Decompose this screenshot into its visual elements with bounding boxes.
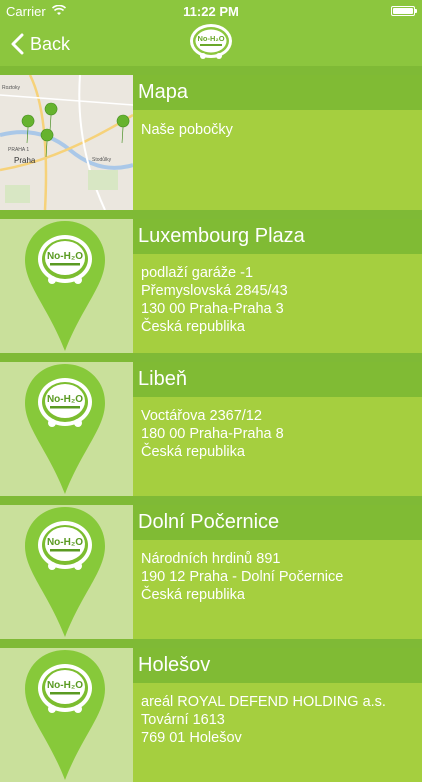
address-line: podlaží garáže -1 xyxy=(141,265,254,281)
address-line: areál ROYAL DEFEND HOLDING a.s. xyxy=(141,694,386,710)
row-divider xyxy=(0,496,422,505)
branch-name: Holešov xyxy=(133,648,422,683)
map-row-subtitle: Naše pobočky xyxy=(141,122,233,138)
map-label-top: Roztoky xyxy=(2,85,21,91)
branch-row[interactable]: No-H₂O Luxembourg Plaza podlaží garáže -1 P… xyxy=(0,219,422,353)
pin-logo-text: No-H₂O xyxy=(47,251,83,262)
branch-name: Libeň xyxy=(133,362,422,397)
clock: 11:22 PM xyxy=(183,4,239,19)
address-line: 130 00 Praha-Praha 3 xyxy=(141,301,284,317)
branch-address: Voctářova 2367/12 180 00 Praha-Praha 8 Čes… xyxy=(141,407,284,461)
address-line: Přemyslovská 2845/43 xyxy=(141,283,288,299)
no-h2o-logo: No-H₂O xyxy=(190,24,232,59)
address-line: 190 12 Praha - Dolní Počernice xyxy=(141,569,344,585)
back-button[interactable]: Back xyxy=(10,30,70,58)
map-label-right: Stodůlky xyxy=(92,156,112,163)
address-line: Česká republika xyxy=(141,444,245,460)
map-label-district: PRAHA 1 xyxy=(8,147,29,153)
branch-address: areál ROYAL DEFEND HOLDING a.s. Tovární 1… xyxy=(141,693,386,747)
branch-address: Národních hrdinů 891 190 12 Praha - Dolní… xyxy=(141,550,343,604)
address-line: Tovární 1613 xyxy=(141,712,225,728)
row-divider xyxy=(0,639,422,648)
back-label: Back xyxy=(30,33,71,54)
branch-pin-thumbnail: No-H₂O xyxy=(0,505,133,639)
map-row-title: Mapa xyxy=(133,75,422,110)
address-line: 180 00 Praha-Praha 8 xyxy=(141,426,284,442)
row-divider xyxy=(0,353,422,362)
location-pin-icon: No-H₂O xyxy=(25,364,105,494)
address-line: Voctářova 2367/12 xyxy=(141,408,262,424)
navigation-bar: Carrier 11:22 PM Back No-H₂O xyxy=(0,0,422,66)
branch-pin-thumbnail: No-H₂O xyxy=(0,362,133,496)
map-row[interactable]: Praha PRAHA 1 Roztoky Stodůlky Mapa Naše… xyxy=(0,75,422,210)
address-line: Česká republika xyxy=(141,319,245,335)
chevron-left-icon xyxy=(11,33,24,55)
location-pin-icon: No-H₂O xyxy=(25,507,105,637)
address-line: Národních hrdinů 891 xyxy=(141,551,281,567)
map-label-city: Praha xyxy=(14,156,36,165)
branch-pin-thumbnail: No-H₂O xyxy=(0,648,133,782)
branch-row[interactable]: No-H₂O Dolní Počernice Národních hrdinů 89… xyxy=(0,505,422,639)
pin-logo-text: No-H₂O xyxy=(47,394,83,405)
row-divider xyxy=(0,210,422,219)
location-pin-icon: No-H₂O xyxy=(25,221,105,351)
pin-logo-text: No-H₂O xyxy=(47,537,83,548)
status-bar: Carrier 11:22 PM xyxy=(0,0,422,22)
address-line: Česká republika xyxy=(141,587,245,603)
branch-address: podlaží garáže -1 Přemyslovská 2845/43 130… xyxy=(141,264,288,336)
svg-text:No-H₂O: No-H₂O xyxy=(197,34,224,43)
battery-icon xyxy=(391,6,417,16)
header-divider xyxy=(0,66,422,75)
pin-logo-text: No-H₂O xyxy=(47,680,83,691)
branch-name: Luxembourg Plaza xyxy=(133,219,422,254)
map-thumbnail: Praha PRAHA 1 Roztoky Stodůlky xyxy=(0,75,133,210)
branch-pin-thumbnail: No-H₂O xyxy=(0,219,133,353)
branch-row[interactable]: No-H₂O Holešov areál ROYAL DEFEND HOLDING … xyxy=(0,648,422,782)
branch-row[interactable]: No-H₂O Libeň Voctářova 2367/12 180 00 Praha… xyxy=(0,362,422,496)
address-line: 769 01 Holešov xyxy=(141,730,242,746)
location-pin-icon: No-H₂O xyxy=(25,650,105,780)
branch-name: Dolní Počernice xyxy=(133,505,422,540)
